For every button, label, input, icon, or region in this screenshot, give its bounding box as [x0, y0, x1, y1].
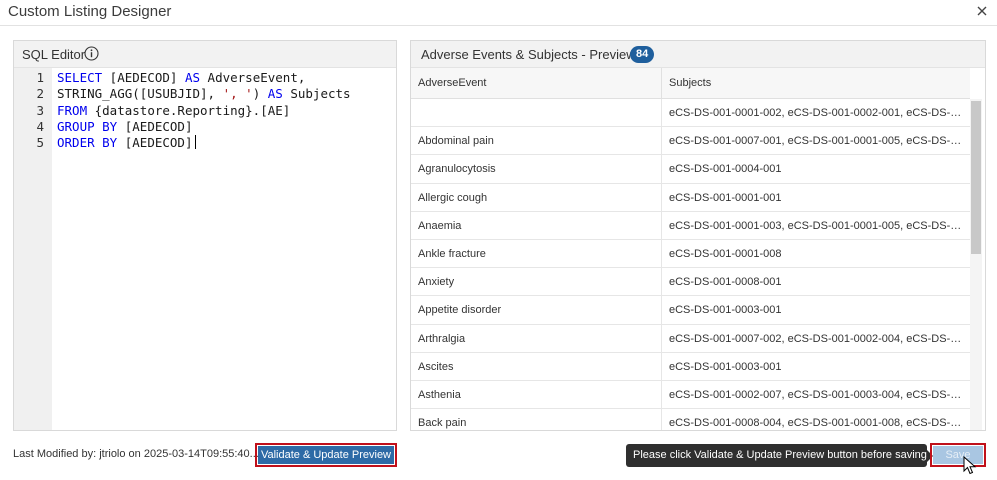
sql-text: [AEDECOD] [117, 135, 193, 151]
code-line: GROUP BY [AEDECOD] [57, 119, 192, 134]
subjects-cell: eCS-DS-001-0001-003, eCS-DS-001-0001-005… [669, 219, 970, 232]
sql-editor-header: SQL Editor [14, 41, 396, 68]
line-number: 3 [36, 102, 44, 118]
line-number-gutter: 12345 [14, 68, 52, 430]
row-count-badge: 84 [630, 46, 655, 63]
preview-panel: Adverse Events & Subjects - Preview 84 A… [410, 40, 986, 431]
sql-keyword: ORDER BY [57, 135, 118, 151]
sql-keyword: AS [267, 86, 283, 102]
code-line: ORDER BY [AEDECOD] [57, 135, 197, 151]
line-number: 5 [36, 135, 44, 151]
sql-keyword: AS [184, 70, 201, 85]
adverse-event-cell: Ascites [411, 352, 662, 381]
sql-text: Subjects [282, 86, 351, 102]
text-cursor [195, 135, 197, 150]
adverse-event-cell [411, 99, 662, 127]
info-icon[interactable] [84, 46, 99, 61]
dialog-title: Custom Listing Designer [8, 3, 172, 20]
table-row[interactable]: Back pain eCS-DS-001-0008-004, eCS-DS-001… [411, 409, 970, 430]
adverse-event-cell: Abdominal pain [411, 127, 662, 156]
table-row[interactable]: Asthenia eCS-DS-001-0002-007, eCS-DS-001-… [411, 380, 970, 410]
subjects-cell: eCS-DS-001-0007-002, eCS-DS-001-0002-004… [669, 332, 970, 345]
adverse-event-cell: Asthenia [411, 380, 662, 409]
sql-keyword: SELECT [57, 70, 103, 85]
table-row[interactable]: Arthralgia eCS-DS-001-0007-002, eCS-DS-00… [411, 324, 970, 353]
subjects-cell: eCS-DS-001-0004-001 [669, 163, 782, 176]
adverse-event-cell: Anxiety [411, 268, 662, 297]
sql-text: [AEDECOD] [102, 70, 185, 85]
code-line: STRING_AGG([USUBJID], ', ') AS Subjects [57, 86, 351, 101]
sql-keyword: GROUP BY [57, 118, 118, 134]
subjects-cell: eCS-DS-001-0001-002, eCS-DS-001-0002-001… [669, 107, 970, 119]
preview-grid: AdverseEvent Subjects eCS-DS-001-0001-00… [411, 68, 985, 430]
sql-text: STRING_AGG([USUBJID], [57, 86, 223, 102]
subjects-cell: eCS-DS-001-0003-001 [669, 360, 782, 373]
adverse-event-cell: Arthralgia [411, 324, 662, 353]
close-icon[interactable] [973, 2, 991, 20]
adverse-event-cell: Ankle fracture [411, 239, 662, 268]
validate-button-label: Validate & Update Preview [258, 446, 394, 464]
line-number: 4 [36, 118, 44, 134]
last-modified-text: Last Modified by: jtriolo on 2025-03-14T… [13, 448, 259, 460]
sql-text: ) [252, 86, 268, 102]
table-row[interactable]: Appetite disorder eCS-DS-001-0003-001 [411, 296, 970, 325]
grid-rows: eCS-DS-001-0001-002, eCS-DS-001-0002-001… [411, 99, 970, 430]
scrollbar-thumb[interactable] [971, 101, 981, 254]
table-row[interactable]: Ankle fracture eCS-DS-001-0001-008 [411, 239, 970, 269]
adverse-event-cell: Agranulocytosis [411, 155, 662, 184]
sql-string: ', ' [222, 86, 253, 102]
adverse-event-cell: Back pain [411, 409, 662, 430]
table-row[interactable]: eCS-DS-001-0001-002, eCS-DS-001-0002-001… [411, 99, 970, 128]
save-tooltip: Please click Validate & Update Preview b… [626, 444, 933, 467]
code-line: FROM {datastore.Reporting}.[AE] [57, 103, 290, 118]
validate-update-preview-button[interactable]: Validate & Update Preview [255, 443, 397, 467]
line-number: 1 [36, 70, 44, 85]
subjects-cell: eCS-DS-001-0007-001, eCS-DS-001-0001-005… [669, 135, 970, 148]
column-header-adverse-event[interactable]: AdverseEvent [411, 68, 662, 99]
subjects-cell: eCS-DS-001-0008-001 [669, 276, 782, 289]
grid-header: AdverseEvent Subjects [411, 68, 970, 99]
sql-code-editor[interactable]: 12345 SELECT [AEDECOD] AS AdverseEvent, S… [14, 68, 396, 430]
adverse-event-cell: Appetite disorder [411, 296, 662, 325]
preview-title: Adverse Events & Subjects - Preview [421, 47, 636, 62]
table-row[interactable]: Allergic cough eCS-DS-001-0001-001 [411, 183, 970, 212]
table-row[interactable]: Ascites eCS-DS-001-0003-001 [411, 352, 970, 381]
table-row[interactable]: Anaemia eCS-DS-001-0001-003, eCS-DS-001-0… [411, 211, 970, 240]
title-bar: Custom Listing Designer [0, 0, 997, 26]
subjects-cell: eCS-DS-001-0008-004, eCS-DS-001-0001-008… [669, 417, 970, 430]
sql-editor-panel: SQL Editor 12345 SELECT [AEDECOD] AS Adv… [13, 40, 397, 431]
vertical-scrollbar[interactable] [970, 99, 982, 430]
sql-text: AdverseEvent, [200, 70, 306, 85]
sql-text: {datastore.Reporting}.[AE] [87, 102, 291, 118]
column-header-subjects[interactable]: Subjects [662, 68, 970, 99]
sql-keyword: FROM [57, 102, 88, 118]
mouse-pointer-icon [963, 456, 977, 475]
sql-editor-title: SQL Editor [22, 47, 86, 62]
subjects-cell: eCS-DS-001-0001-001 [669, 191, 782, 204]
subjects-cell: eCS-DS-001-0003-001 [669, 304, 782, 317]
subjects-cell: eCS-DS-001-0001-008 [669, 247, 782, 260]
tooltip-text: Please click Validate & Update Preview b… [633, 449, 927, 461]
adverse-event-cell: Anaemia [411, 211, 662, 240]
sql-text: [AEDECOD] [117, 118, 193, 134]
adverse-event-cell: Allergic cough [411, 183, 662, 212]
subjects-cell: eCS-DS-001-0002-007, eCS-DS-001-0003-004… [669, 388, 970, 401]
save-button[interactable]: Save [930, 443, 986, 467]
preview-header: Adverse Events & Subjects - Preview 84 [411, 41, 985, 68]
table-row[interactable]: Agranulocytosis eCS-DS-001-0004-001 [411, 155, 970, 184]
code-line: SELECT [AEDECOD] AS AdverseEvent, [57, 70, 305, 85]
line-number: 2 [36, 86, 44, 102]
table-row[interactable]: Abdominal pain eCS-DS-001-0007-001, eCS-D… [411, 127, 970, 156]
table-row[interactable]: Anxiety eCS-DS-001-0008-001 [411, 268, 970, 297]
